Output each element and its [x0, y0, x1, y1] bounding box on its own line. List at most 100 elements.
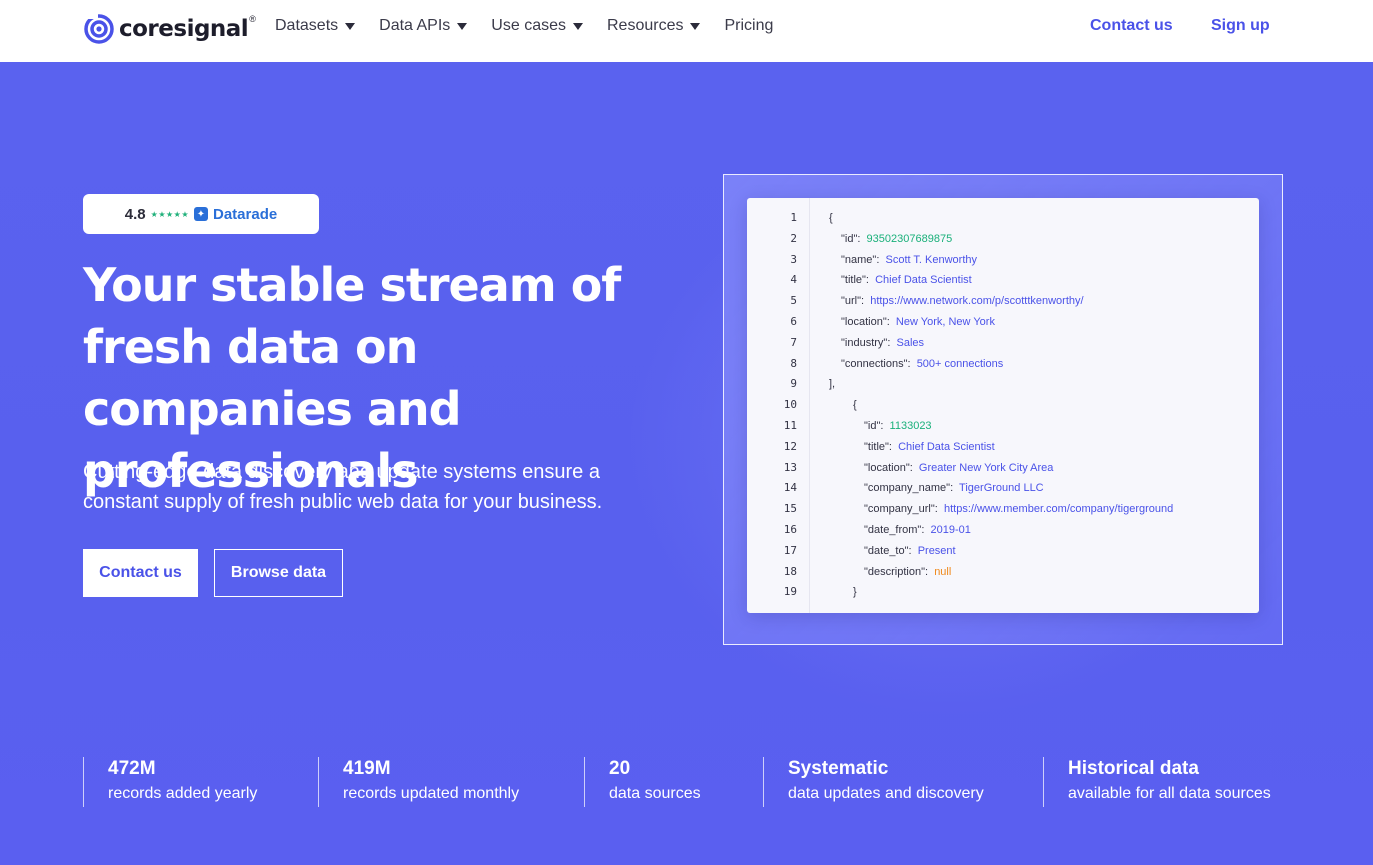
json-value: Scott T. Kenworthy [885, 253, 978, 266]
code-line: 9], [747, 374, 1259, 394]
code-text: "company_url": https://www.member.com/co… [864, 499, 1173, 519]
line-number: 12 [783, 439, 797, 453]
stat-value: 20 [609, 758, 631, 779]
code-line: 12 "title": Chief Data Scientist [747, 437, 1259, 457]
code-text: "company_name": TigerGround LLC [864, 478, 1044, 498]
json-key: "title": [864, 440, 899, 453]
sign-up-link[interactable]: Sign up [1211, 17, 1270, 35]
code-text: "id": 1133023 [864, 416, 932, 436]
menu-use-cases[interactable]: Use cases [491, 17, 583, 35]
code-line: 17 "date_to": Present [747, 541, 1259, 561]
menu-datasets[interactable]: Datasets [275, 17, 356, 35]
json-value: 1133023 [889, 420, 932, 432]
json-key: "title": [841, 274, 876, 287]
datarade-rating-badge[interactable]: 4.8 ★★★★★ ✦ Datarade [83, 194, 319, 234]
coresignal-logo[interactable]: coresignal ® [83, 12, 256, 46]
json-key: "location": [841, 316, 896, 328]
rating-score: 4.8 [124, 205, 146, 223]
stat-label: data sources [609, 785, 701, 802]
line-number: 19 [783, 585, 797, 599]
json-value: Chief Data Scientist [898, 440, 995, 453]
stat-value: 472M [108, 758, 156, 779]
hero-subtext: Cutting-edge data discovery and update s… [83, 461, 603, 513]
contact-us-button[interactable]: Contact us [83, 549, 198, 597]
code-text: "connections": 500+ connections [841, 354, 1003, 374]
menu-resources[interactable]: Resources [607, 17, 701, 35]
line-number: 2 [790, 231, 797, 245]
line-number: 8 [790, 356, 797, 370]
line-number: 14 [783, 481, 797, 495]
json-code-sample: 1{ 2 "id": 93502307689875 3 "name": Scott T.… [747, 198, 1259, 613]
json-value: TigerGround LLC [959, 482, 1044, 495]
main-menu: Datasets Data APIs Use cases Resources P… [275, 17, 797, 35]
stat-value: Systematic [788, 758, 889, 779]
menu-data-apis[interactable]: Data APIs [379, 17, 468, 35]
json-key: "connections": [841, 357, 917, 370]
code-text: "location": Greater New York City Area [864, 458, 1053, 478]
rating-stars: ★★★★★ [150, 209, 189, 219]
code-text: "title": Chief Data Scientist [864, 437, 995, 457]
json-key: "name": [841, 253, 886, 266]
code-line: 16 "date_from": 2019-01 [747, 520, 1259, 540]
stat-records-updated: 419M records updated monthly [318, 757, 519, 807]
json-value: https://www.network.com/p/scotttkenworth… [870, 295, 1084, 308]
code-line: 4 "title": Chief Data Scientist [747, 270, 1259, 290]
line-number: 17 [783, 543, 797, 557]
code-line: 3 "name": Scott T. Kenworthy [747, 250, 1259, 270]
json-key: "id": [864, 420, 890, 432]
code-text: } [853, 586, 857, 599]
line-number: 18 [783, 564, 797, 578]
code-line: 19} [747, 582, 1259, 602]
code-text: "industry": Sales [841, 333, 924, 353]
json-key: "url": [841, 295, 871, 308]
code-line: 7 "industry": Sales [747, 333, 1259, 353]
line-number: 15 [783, 502, 797, 516]
stat-historical: Historical data available for all data s… [1043, 757, 1271, 807]
stat-value: 419M [343, 758, 391, 779]
code-text: ], [829, 378, 836, 391]
stat-label: data updates and discovery [788, 785, 984, 802]
json-value: null [934, 565, 952, 578]
line-number: 5 [790, 294, 797, 308]
json-value: Chief Data Scientist [875, 274, 972, 287]
top-navigation: coresignal ® Datasets Data APIs Use case… [0, 0, 1373, 62]
contact-us-link[interactable]: Contact us [1090, 17, 1173, 35]
menu-data-apis-label: Data APIs [379, 17, 451, 34]
code-line: 2 "id": 93502307689875 [747, 229, 1259, 249]
coresignal-logo-icon [84, 14, 114, 44]
stat-label: records updated monthly [343, 785, 520, 802]
json-value: https://www.member.com/company/tigergrou… [943, 503, 1174, 516]
json-key: "description": [864, 565, 935, 578]
code-line: 13 "location": Greater New York City Area [747, 458, 1259, 478]
json-value: 500+ connections [916, 357, 1004, 370]
line-number: 7 [790, 335, 797, 349]
menu-use-cases-label: Use cases [491, 17, 566, 34]
code-text: { [853, 399, 857, 412]
code-line: 11 "id": 1133023 [747, 416, 1259, 436]
json-key: "date_to": [864, 544, 918, 557]
code-line: 1{ [747, 208, 1259, 228]
code-line: 6 "location": New York, New York [747, 312, 1259, 332]
line-number: 10 [783, 398, 797, 412]
registered-mark: ® [249, 14, 256, 24]
menu-pricing[interactable]: Pricing [724, 17, 773, 35]
code-line: 8 "connections": 500+ connections [747, 354, 1259, 374]
menu-resources-label: Resources [607, 17, 684, 34]
code-text: "title": Chief Data Scientist [841, 270, 972, 290]
browse-data-button[interactable]: Browse data [214, 549, 343, 597]
json-key: "industry": [841, 336, 897, 349]
code-line: 10 { [747, 395, 1259, 415]
stat-data-sources: 20 data sources [584, 757, 701, 807]
code-text: "url": https://www.network.com/p/scotttk… [841, 291, 1084, 311]
line-number: 6 [790, 315, 797, 328]
code-text: "description": null [864, 562, 951, 582]
code-text: "date_to": Present [864, 541, 956, 561]
caret-down-icon [573, 22, 583, 30]
rating-provider: Datarade [213, 205, 278, 223]
hero-section: 4.8 ★★★★★ ✦ Datarade Your stable stream … [0, 62, 1373, 865]
json-key: "location": [864, 461, 919, 474]
code-text: "id": 93502307689875 [841, 229, 952, 249]
json-value: Present [917, 544, 956, 557]
json-value: 2019-01 [930, 524, 971, 536]
line-number: 4 [790, 273, 797, 287]
